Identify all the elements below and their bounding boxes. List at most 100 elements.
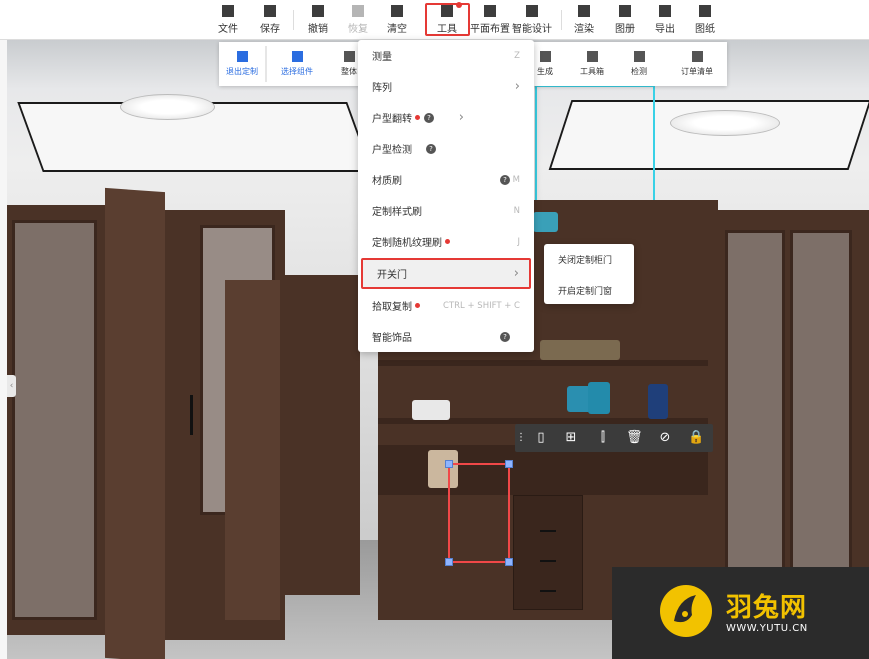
- help-icon[interactable]: ?: [424, 112, 434, 123]
- submenu-close-cabinet-doors[interactable]: 关闭定制柜门: [558, 253, 612, 266]
- drawer-handle-3: [540, 590, 556, 592]
- render-button[interactable]: 渲染: [569, 3, 599, 37]
- center-cabinet-shelf-1: [378, 360, 708, 366]
- resize-handle-bottom-left[interactable]: [445, 558, 453, 566]
- resize-handle-top-right[interactable]: [505, 460, 513, 468]
- tools-button-highlight: [425, 3, 470, 36]
- save-button[interactable]: 保存: [255, 3, 285, 37]
- teal-vase: [533, 212, 558, 232]
- clear-button[interactable]: 清空: [382, 3, 412, 37]
- eraser-icon: [391, 5, 403, 17]
- detect-button[interactable]: 检测: [627, 47, 651, 81]
- menu-item-toggle-door[interactable]: 开关门 ›: [361, 258, 531, 289]
- menu-item-material-brush[interactable]: 材质刷 ? M: [358, 164, 534, 195]
- teal-canister: [588, 382, 610, 414]
- toolbox-button[interactable]: 工具箱: [577, 47, 607, 81]
- toolbar-divider: [561, 10, 562, 30]
- drag-handle-icon[interactable]: ⋮: [516, 430, 526, 446]
- subbar-divider: [265, 46, 267, 82]
- menu-item-layout-check[interactable]: 户型检测 ?: [358, 133, 534, 164]
- watermark-url: WWW.YUTU.CN: [726, 623, 808, 634]
- camera-icon: [578, 5, 590, 17]
- submenu-open-doors-windows[interactable]: 开启定制门窗: [558, 284, 612, 297]
- order-list-icon: [691, 51, 703, 62]
- select-component-icon: [291, 51, 303, 62]
- save-icon: [264, 5, 276, 17]
- file-icon: [222, 5, 234, 17]
- menu-item-smart-decor[interactable]: 智能饰品 ?: [358, 321, 534, 352]
- drawer-handle-2: [540, 560, 556, 562]
- selected-door-outline[interactable]: [445, 460, 513, 566]
- menu-item-flip-layout[interactable]: 户型翻转 ? ›: [358, 102, 534, 133]
- album-icon: [619, 5, 631, 17]
- export-icon: [659, 5, 671, 17]
- floorplan-icon: [484, 5, 496, 17]
- file-button[interactable]: 文件: [213, 3, 243, 37]
- tools-notification-dot: [456, 2, 462, 8]
- select-component-button[interactable]: 选择组件: [277, 47, 317, 81]
- menu-item-style-brush[interactable]: 定制样式刷 N: [358, 195, 534, 226]
- right-wardrobe-glass-2: [790, 230, 852, 570]
- watermark-banner: 羽兔网 WWW.YUTU.CN: [612, 567, 869, 659]
- toolbox-icon: [586, 51, 598, 62]
- menu-item-array[interactable]: 阵列 ›: [358, 71, 534, 102]
- export-button[interactable]: 导出: [650, 3, 680, 37]
- left-wardrobe-glass: [12, 220, 97, 620]
- smart-design-button[interactable]: 智能设计: [512, 3, 552, 37]
- album-button[interactable]: 图册: [610, 3, 640, 37]
- lightning-icon: [526, 5, 538, 17]
- door-icon[interactable]: ▯: [533, 430, 549, 446]
- door-handle: [190, 395, 193, 435]
- door-submenu: 关闭定制柜门 开启定制门窗: [544, 244, 634, 304]
- hide-icon[interactable]: ⊘: [657, 430, 673, 446]
- undo-icon: [312, 5, 324, 17]
- help-icon[interactable]: ?: [426, 143, 436, 154]
- new-badge-dot: [415, 303, 420, 308]
- drawing-icon: [699, 5, 711, 17]
- selection-toolbar: ⋮ ▯ ⊞ ⫿ 🗑 ⊘ 🔒: [515, 424, 713, 452]
- order-list-button[interactable]: 订单清单: [677, 47, 717, 81]
- left-open-door: [105, 187, 165, 659]
- chevron-right-icon: ›: [514, 79, 520, 94]
- boat-model: [648, 384, 668, 419]
- delete-icon[interactable]: 🗑: [626, 430, 643, 446]
- new-badge-dot: [445, 239, 450, 244]
- menu-item-pick-copy[interactable]: 拾取复制 CTRL + SHIFT + C: [358, 290, 534, 321]
- shelf-books: [540, 340, 620, 360]
- generate-button[interactable]: 生成: [533, 47, 557, 81]
- redo-button[interactable]: 恢复: [343, 3, 373, 37]
- tools-dropdown-menu: 测量 Z 阵列 › 户型翻转 ? › 户型检测 ? 材质刷 ? M 定制样式刷 …: [358, 40, 534, 352]
- exit-icon: [236, 51, 248, 62]
- menu-item-measure[interactable]: 测量 Z: [358, 40, 534, 71]
- left-panel-toggle[interactable]: ‹: [7, 375, 16, 397]
- add-component-icon[interactable]: ⊞: [563, 430, 579, 446]
- lock-icon[interactable]: 🔒: [688, 430, 704, 446]
- rabbit-logo-icon: [660, 585, 712, 637]
- help-icon[interactable]: ?: [500, 331, 510, 342]
- resize-handle-top-left[interactable]: [445, 460, 453, 468]
- generate-icon: [539, 51, 551, 62]
- exit-custom-button[interactable]: 退出定制: [223, 47, 261, 81]
- right-wardrobe-glass-1: [725, 230, 785, 570]
- floor-layout-button[interactable]: 平面布置: [470, 3, 510, 37]
- drawing-button[interactable]: 图纸: [690, 3, 720, 37]
- menu-item-random-texture-brush[interactable]: 定制随机纹理刷 J: [358, 226, 534, 257]
- ceiling-lamp-right: [670, 110, 780, 136]
- new-badge-dot: [415, 115, 420, 120]
- whole-icon: [343, 51, 355, 62]
- left-panel-edge: [0, 40, 7, 659]
- detect-icon: [633, 51, 645, 62]
- chevron-right-icon: ›: [458, 110, 464, 125]
- help-icon[interactable]: ?: [500, 174, 510, 185]
- undo-button[interactable]: 撤销: [303, 3, 333, 37]
- watermark-title: 羽兔网: [726, 593, 808, 623]
- main-toolbar: 文件 保存 撤销 恢复 清空 工具 平面布置 智能设计 渲染 图册 导出 图纸: [0, 0, 869, 40]
- resize-handle-bottom-right[interactable]: [505, 558, 513, 566]
- plant-pot: [412, 400, 450, 420]
- redo-icon: [352, 5, 364, 17]
- chevron-right-icon: ›: [513, 266, 519, 281]
- drawer-handle-1: [540, 530, 556, 532]
- mirror-icon[interactable]: ⫿: [595, 430, 611, 446]
- open-door-leaf: [225, 280, 280, 620]
- open-door-panel: [280, 275, 360, 595]
